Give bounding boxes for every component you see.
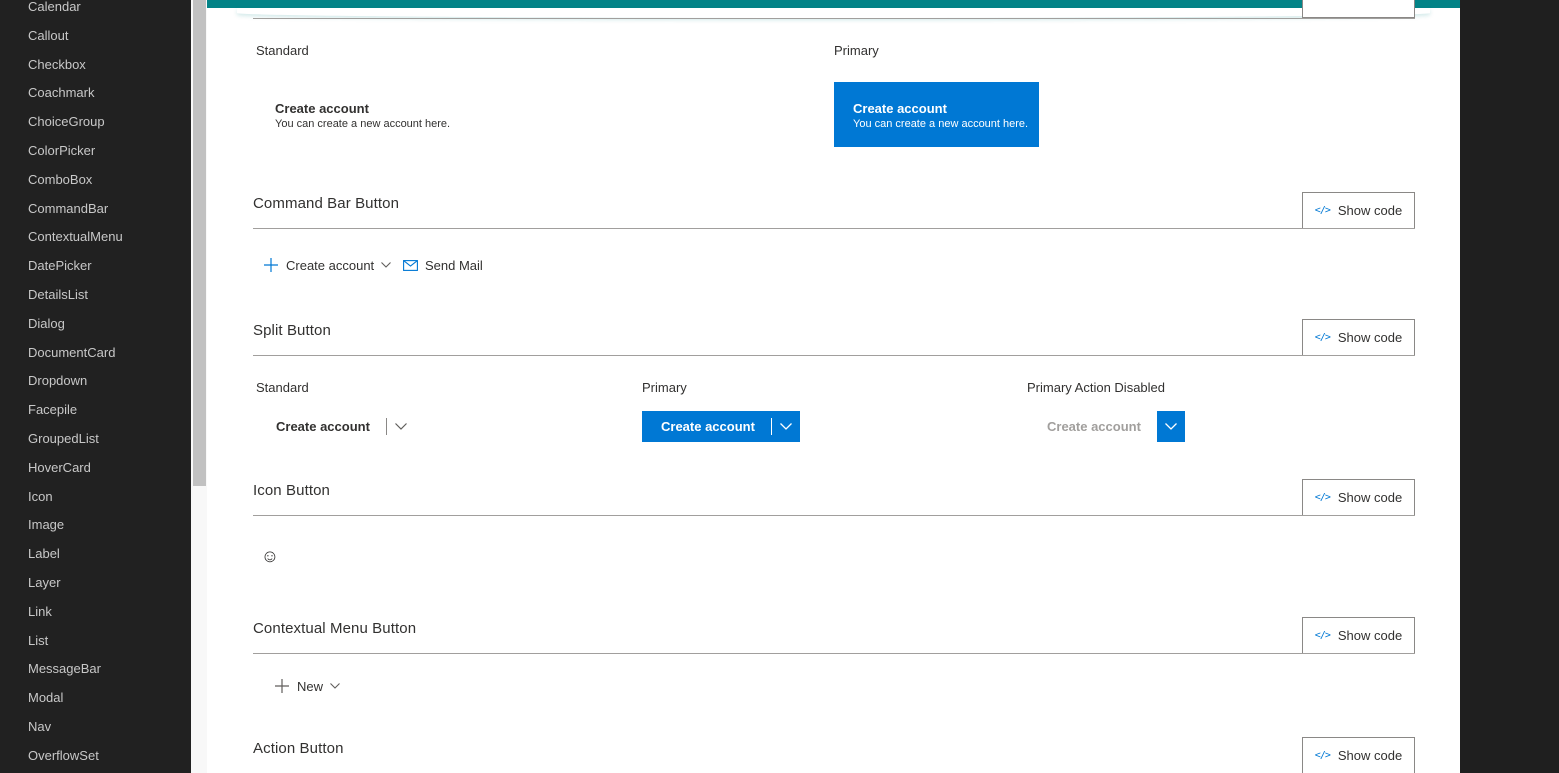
code-icon: </> bbox=[1314, 205, 1331, 216]
command-create-account-label: Create account bbox=[286, 257, 375, 273]
command-send-mail-button[interactable]: Send Mail bbox=[403, 256, 483, 274]
icon-button-section-title: Icon Button bbox=[253, 482, 330, 499]
sidebar-item-checkbox[interactable]: Checkbox bbox=[28, 51, 123, 80]
action-button-section-title: Action Button bbox=[253, 740, 344, 757]
emoji-icon-button[interactable]: ☺ bbox=[256, 541, 284, 571]
sidebar-item-groupedlist[interactable]: GroupedList bbox=[28, 425, 123, 454]
section-divider bbox=[253, 228, 1415, 229]
show-code-label: Show code bbox=[1337, 330, 1403, 345]
action-button-show-code-button[interactable]: </> Show code bbox=[1302, 737, 1415, 773]
chevron-down-icon bbox=[330, 683, 340, 689]
compound-primary-label: Primary bbox=[834, 43, 879, 58]
new-menu-button[interactable]: New bbox=[275, 677, 340, 695]
icon-button-show-code-button[interactable]: </> Show code bbox=[1302, 479, 1415, 516]
compound-standard-label: Standard bbox=[256, 43, 309, 58]
sidebar-item-image[interactable]: Image bbox=[28, 511, 123, 540]
split-primary-button[interactable]: Create account bbox=[642, 411, 800, 442]
compound-standard-subtitle: You can create a new account here. bbox=[275, 118, 451, 130]
sidebar-item-modal[interactable]: Modal bbox=[28, 684, 123, 713]
sidebar-item-dropdown[interactable]: Dropdown bbox=[28, 367, 123, 396]
sidebar-item-dialog[interactable]: Dialog bbox=[28, 310, 123, 339]
show-code-button-partial[interactable] bbox=[1302, 0, 1415, 18]
command-send-mail-label: Send Mail bbox=[425, 257, 483, 273]
sidebar-item-callout[interactable]: Callout bbox=[28, 22, 123, 51]
split-section-title: Split Button bbox=[253, 322, 331, 339]
sidebar-item-facepile[interactable]: Facepile bbox=[28, 396, 123, 425]
sidebar-item-combobox[interactable]: ComboBox bbox=[28, 166, 123, 195]
code-icon: </> bbox=[1314, 750, 1331, 761]
compound-primary-button[interactable]: Create account You can create a new acco… bbox=[834, 82, 1039, 147]
contextual-menu-section-title: Contextual Menu Button bbox=[253, 620, 417, 637]
split-disabled-main: Create account bbox=[1027, 411, 1157, 442]
split-primary-main[interactable]: Create account bbox=[642, 411, 771, 442]
split-standard-label: Standard bbox=[256, 380, 309, 395]
new-menu-label: New bbox=[297, 678, 324, 694]
sidebar-item-calendar[interactable]: Calendar bbox=[28, 0, 123, 22]
sidebar-list: Calendar Callout Checkbox Coachmark ChoiceGr… bbox=[28, 0, 123, 771]
sidebar-item-list[interactable]: List bbox=[28, 627, 123, 656]
sidebar-item-detailslist[interactable]: DetailsList bbox=[28, 281, 123, 310]
show-code-label: Show code bbox=[1337, 490, 1403, 505]
emoji-icon: ☺ bbox=[260, 545, 280, 566]
header-shadow bbox=[237, 8, 1430, 18]
add-icon bbox=[264, 258, 278, 272]
show-code-label: Show code bbox=[1337, 203, 1403, 218]
sidebar-item-messagebar[interactable]: MessageBar bbox=[28, 655, 123, 684]
sidebar-item-datepicker[interactable]: DatePicker bbox=[28, 252, 123, 281]
code-icon: </> bbox=[1314, 332, 1331, 343]
split-primary-menu-button[interactable] bbox=[772, 411, 800, 442]
split-disabled-button[interactable]: Create account bbox=[1027, 411, 1185, 442]
command-bar-show-code-button[interactable]: </> Show code bbox=[1302, 192, 1415, 229]
sidebar-item-link[interactable]: Link bbox=[28, 598, 123, 627]
section-divider bbox=[253, 515, 1415, 516]
compound-primary-subtitle: You can create a new account here. bbox=[853, 118, 1029, 130]
sidebar-item-icon[interactable]: Icon bbox=[28, 483, 123, 512]
chevron-down-icon bbox=[779, 423, 792, 430]
sidebar-item-commandbar[interactable]: CommandBar bbox=[28, 195, 123, 224]
split-standard-main[interactable]: Create account bbox=[256, 411, 386, 442]
show-code-label: Show code bbox=[1337, 748, 1403, 763]
split-standard-button[interactable]: Create account bbox=[256, 411, 415, 442]
main-content: Standard Primary Create account You can … bbox=[207, 0, 1460, 773]
sidebar-item-contextualmenu[interactable]: ContextualMenu bbox=[28, 223, 123, 252]
split-show-code-button[interactable]: </> Show code bbox=[1302, 319, 1415, 356]
chevron-down-icon bbox=[1164, 423, 1177, 430]
chevron-down-icon bbox=[381, 262, 392, 268]
header-accent-bar bbox=[207, 0, 1460, 8]
section-divider bbox=[253, 653, 1415, 654]
sidebar-item-nav[interactable]: Nav bbox=[28, 713, 123, 742]
compound-standard-title: Create account bbox=[275, 101, 369, 116]
add-icon bbox=[275, 679, 289, 693]
split-primary-label: Primary bbox=[642, 380, 687, 395]
sidebar-item-hovercard[interactable]: HoverCard bbox=[28, 454, 123, 483]
code-icon: </> bbox=[1314, 492, 1331, 503]
scrollbar-thumb[interactable] bbox=[193, 0, 206, 486]
split-disabled-label: Primary Action Disabled bbox=[1027, 380, 1165, 395]
contextual-menu-show-code-button[interactable]: </> Show code bbox=[1302, 617, 1415, 654]
compound-primary-title: Create account bbox=[853, 101, 947, 116]
sidebar-item-overflowset[interactable]: OverflowSet bbox=[28, 742, 123, 771]
section-divider bbox=[253, 355, 1415, 356]
section-divider bbox=[253, 18, 1415, 19]
sidebar-item-choicegroup[interactable]: ChoiceGroup bbox=[28, 108, 123, 137]
sidebar-item-label[interactable]: Label bbox=[28, 540, 123, 569]
sidebar-item-documentcard[interactable]: DocumentCard bbox=[28, 339, 123, 368]
sidebar-item-layer[interactable]: Layer bbox=[28, 569, 123, 598]
mail-icon bbox=[403, 259, 418, 271]
command-bar-section-title: Command Bar Button bbox=[253, 195, 400, 212]
sidebar-item-colorpicker[interactable]: ColorPicker bbox=[28, 137, 123, 166]
chevron-down-icon bbox=[394, 423, 407, 430]
compound-standard-button[interactable]: Create account You can create a new acco… bbox=[256, 82, 461, 147]
sidebar-nav: Calendar Callout Checkbox Coachmark ChoiceGr… bbox=[0, 0, 191, 773]
right-gutter bbox=[1460, 0, 1559, 773]
sidebar-item-coachmark[interactable]: Coachmark bbox=[28, 79, 123, 108]
split-disabled-menu-button[interactable] bbox=[1156, 411, 1185, 442]
code-icon: </> bbox=[1314, 630, 1331, 641]
command-create-account-button[interactable]: Create account bbox=[264, 256, 392, 274]
split-standard-menu-button[interactable] bbox=[387, 411, 415, 442]
show-code-label: Show code bbox=[1337, 628, 1403, 643]
